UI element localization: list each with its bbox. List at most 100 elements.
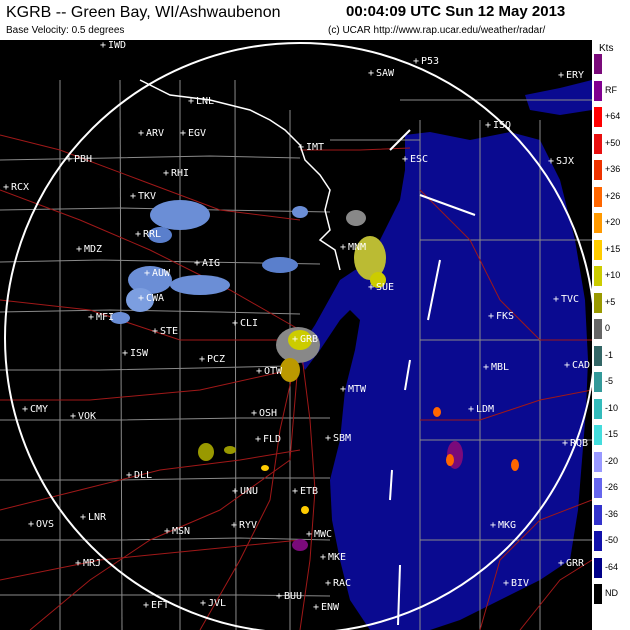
site-label: OSH (259, 408, 277, 419)
site-dll: + DLL (126, 470, 152, 481)
site-marker-icon: + (564, 360, 570, 371)
site-label: CWA (146, 293, 164, 304)
site-label: ISQ (493, 120, 511, 131)
site-label: RYV (239, 520, 257, 531)
site-label: DLL (134, 470, 152, 481)
site-fks: + FKS (488, 311, 514, 322)
site-marker-icon: + (126, 470, 132, 481)
legend-swatch (594, 54, 602, 74)
legend-label: +5 (605, 296, 616, 307)
legend-units: Kts (599, 43, 614, 54)
site-mrj: + MRJ (75, 558, 101, 569)
site-marker-icon: + (292, 486, 298, 497)
legend-entry: -10 (594, 398, 630, 419)
site-marker-icon: + (138, 293, 144, 304)
legend-label: -5 (605, 376, 614, 386)
site-marker-icon: + (413, 56, 419, 67)
site-label: FLD (263, 434, 281, 445)
site-mnm: + MNM (340, 242, 366, 253)
site-etb: + ETB (292, 486, 318, 497)
legend-swatch (594, 213, 602, 233)
site-otw: + OTW (256, 366, 283, 377)
site-label: MKG (498, 520, 516, 531)
legend-entry: -50 (594, 531, 630, 551)
legend-entry: -64 (594, 557, 630, 578)
site-rqb: + RQB (562, 438, 588, 449)
site-marker-icon: + (100, 40, 106, 51)
legend-entry: RF (594, 80, 630, 101)
radar-title: KGRB -- Green Bay, WI/Ashwaubenon (6, 4, 281, 21)
site-imt: + IMT (298, 142, 324, 153)
legend-label: ND (605, 588, 618, 598)
site-isw: + ISW (122, 348, 149, 359)
site-marker-icon: + (135, 229, 141, 240)
site-fld: + FLD (255, 434, 281, 445)
site-arv: + ARV (138, 128, 164, 139)
legend-entry: ND (594, 584, 630, 604)
site-sue: + SUE (368, 282, 394, 293)
legend-label: +20 (605, 217, 621, 227)
legend-label: RF (605, 84, 617, 95)
site-marker-icon: + (368, 282, 374, 293)
site-label: OVS (36, 519, 54, 530)
site-marker-icon: + (320, 552, 326, 563)
site-label: OTW (264, 366, 283, 377)
site-label: RCX (11, 182, 29, 193)
site-ldm: + LDM (468, 404, 494, 415)
site-label: MTW (348, 384, 367, 395)
site-marker-icon: + (80, 512, 86, 523)
site-rhi: + RHI (163, 168, 189, 179)
legend-entry: +10 (594, 266, 630, 286)
site-marker-icon: + (503, 578, 509, 589)
site-marker-icon: + (180, 128, 186, 139)
site-mke: + MKE (320, 552, 346, 563)
site-label: SBM (333, 433, 351, 444)
site-label: BUU (284, 591, 302, 602)
site-mtw: + MTW (340, 384, 367, 395)
site-ery: + ERY (558, 70, 584, 81)
site-label: MRJ (83, 558, 101, 569)
site-marker-icon: + (199, 354, 205, 365)
site-marker-icon: + (28, 519, 34, 530)
legend-label: -10 (605, 402, 619, 413)
site-marker-icon: + (485, 120, 491, 131)
legend-entry: +20 (594, 213, 630, 233)
legend-label: -36 (605, 508, 619, 519)
site-mkg: + MKG (490, 520, 516, 531)
site-cli: + CLI (232, 318, 258, 329)
site-rac: + RAC (325, 578, 351, 589)
site-marker-icon: + (251, 408, 257, 419)
legend-swatch (594, 478, 602, 498)
site-label: ESC (410, 154, 428, 165)
site-rcx: + RCX (3, 182, 29, 193)
site-label: EGV (188, 128, 206, 139)
legend-entry: +64 (594, 107, 630, 127)
site-marker-icon: + (548, 156, 554, 167)
legend-label: +15 (605, 243, 621, 254)
site-mdz: + MDZ (76, 244, 102, 255)
site-marker-icon: + (313, 602, 319, 613)
radar-map-svg: + IWD+ SAW+ P53+ ERY+ LNL+ ARV + EGV+ ISQ+ IMT+ ESC… (0, 40, 592, 630)
site-label: RRL (143, 229, 161, 240)
site-iwd: + IWD (100, 40, 126, 51)
site-lnl: + LNL (188, 96, 214, 107)
site-label: CLI (240, 318, 258, 329)
site-marker-icon: + (231, 520, 237, 531)
site-marker-icon: + (200, 598, 206, 609)
site-label: MNM (348, 242, 366, 253)
site-saw: + SAW (368, 68, 395, 79)
legend-swatch (594, 451, 602, 472)
site-marker-icon: + (232, 486, 238, 497)
site-marker-icon: + (483, 362, 489, 373)
site-label: MFI (96, 312, 114, 323)
site-pcz: + PCZ (199, 354, 225, 365)
legend-entry: +26 (594, 186, 630, 207)
legend-label: +26 (605, 190, 621, 201)
legend-swatch (594, 292, 602, 313)
site-marker-icon: + (256, 366, 262, 377)
legend-entry: -36 (594, 504, 630, 525)
site-marker-icon: + (325, 433, 331, 444)
site-label: FKS (496, 311, 514, 322)
site-biv: + BIV (503, 578, 529, 589)
site-msn: + MSN (164, 526, 190, 537)
